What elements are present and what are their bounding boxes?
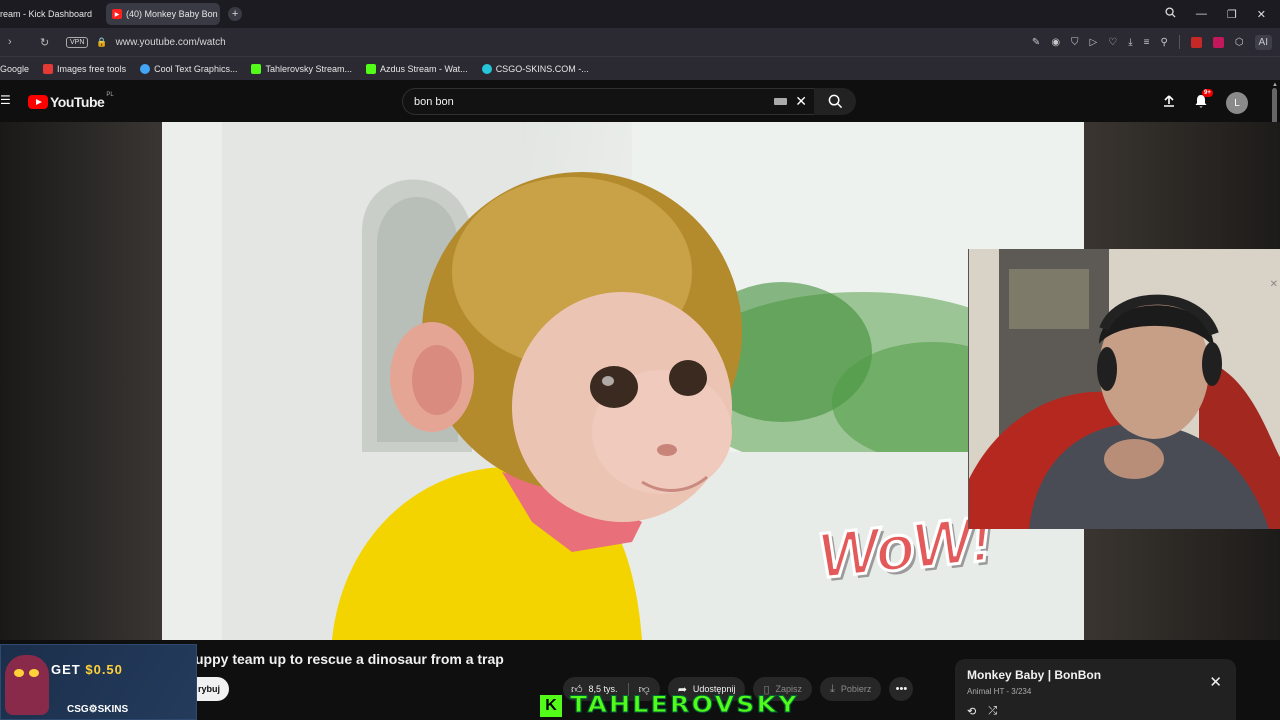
restore-icon[interactable]: ❐: [1227, 8, 1237, 21]
forward-icon[interactable]: ›: [8, 36, 26, 48]
playlist-title[interactable]: Monkey Baby | BonBon: [967, 668, 1224, 682]
tab-label: (40) Monkey Baby Bon Bo: [126, 9, 220, 19]
browser-toolbar: ✎ ◉ ⛉ ▷ ♡ ⤓ ≡ ⚲ ⬡ AI: [1032, 28, 1272, 56]
search-icon[interactable]: [1165, 7, 1176, 21]
camera-icon[interactable]: ◉: [1051, 37, 1060, 48]
ad-headline: GET $0.50: [51, 662, 123, 677]
kick-logo-icon: K: [540, 694, 562, 717]
notification-badge: 9+: [1202, 89, 1213, 97]
streamer-name-overlay: K TAHLEROVSKY: [540, 693, 797, 719]
address-bar: › ↻ VPN 🔒 www.youtube.com/watch ✎ ◉ ⛉ ▷ …: [0, 28, 1280, 56]
play-icon[interactable]: ▷: [1090, 37, 1098, 48]
country-code: PL: [106, 92, 114, 98]
minimize-icon[interactable]: —: [1196, 8, 1207, 20]
menu-icon[interactable]: ≡: [1144, 37, 1150, 48]
subscribe-button[interactable]: rybuj: [196, 677, 229, 701]
bookmark-label: Azdus Stream - Wat...: [379, 63, 468, 74]
shield-icon[interactable]: ⛉: [1071, 37, 1079, 48]
playlist-subtitle[interactable]: Animal HT - 3/234: [967, 687, 1224, 696]
download-icon: ⤓: [830, 682, 835, 695]
wallet-icon[interactable]: ⚲: [1160, 37, 1167, 48]
video-player[interactable]: WoW!: [162, 122, 1084, 640]
streamer-name: TAHLEROVSKY: [569, 693, 799, 719]
browser-tab-strip: ream - Kick Dashboard ▶ (40) Monkey Baby…: [0, 0, 1280, 28]
playlist-controls: ⟲ ⤮: [967, 705, 997, 718]
download-button[interactable]: ⤓ Pobierz: [820, 677, 882, 701]
bookmark-label: Tahlerovsky Stream...: [265, 63, 352, 74]
bookmark-google[interactable]: Google: [0, 64, 29, 74]
hamburger-menu-icon[interactable]: ☰: [0, 94, 11, 106]
youtube-play-icon: [28, 95, 48, 109]
video-title: uppy team up to rescue a dinosaur from a…: [195, 651, 504, 667]
shuffle-icon[interactable]: ⤮: [988, 705, 997, 718]
bookmark-label: CSGO-SKINS.COM -...: [495, 63, 589, 74]
bookmark-favicon-icon: [140, 63, 151, 74]
close-icon[interactable]: ✕: [1270, 279, 1278, 290]
bookmark-tahlerovsky[interactable]: Tahlerovsky Stream...: [251, 63, 352, 74]
download-icon[interactable]: ⤓: [1128, 37, 1132, 48]
search-input[interactable]: bon bon ✕: [402, 88, 818, 115]
clear-search-icon[interactable]: ✕: [795, 93, 807, 110]
window-controls: — ❐ ✕: [1165, 0, 1280, 28]
ai-extension-button[interactable]: AI: [1254, 34, 1272, 50]
toolbar-divider: [1178, 35, 1180, 49]
csgo-skins-ad: GET $0.50 CSG⚙SKINS: [0, 644, 197, 720]
tab-youtube-monkey[interactable]: ▶ (40) Monkey Baby Bon Bo: [106, 3, 221, 25]
edit-icon[interactable]: ✎: [1032, 37, 1040, 48]
notifications-bell-icon[interactable]: 9+: [1194, 89, 1213, 112]
loop-icon[interactable]: ⟲: [967, 705, 976, 718]
playlist-panel: Monkey Baby | BonBon Animal HT - 3/234 ✕…: [955, 659, 1236, 720]
search-icon: [828, 94, 842, 109]
bookmark-azdus[interactable]: Azdus Stream - Wat...: [365, 63, 468, 74]
search-value: bon bon: [414, 95, 454, 108]
youtube-header: ☰ YouTube PL bon bon ✕ 9+ L: [0, 80, 1280, 122]
ad-brand: CSG⚙SKINS: [67, 704, 129, 715]
logo-text: YouTube: [50, 94, 105, 110]
bookmark-images-free-tools[interactable]: Images free tools: [43, 63, 127, 74]
tab-label: ream - Kick Dashboard: [0, 9, 93, 19]
youtube-logo[interactable]: YouTube PL: [28, 92, 114, 110]
url-field[interactable]: www.youtube.com/watch: [116, 37, 226, 48]
heart-icon[interactable]: ♡: [1108, 37, 1117, 48]
new-tab-button[interactable]: +: [228, 7, 243, 21]
more-actions-icon[interactable]: •••: [889, 677, 914, 701]
lock-icon[interactable]: 🔒: [96, 37, 107, 48]
youtube-favicon-icon: ▶: [112, 9, 123, 19]
bookmark-label: Cool Text Graphics...: [154, 63, 238, 74]
reload-icon[interactable]: ↻: [40, 36, 58, 49]
cube-icon[interactable]: ⬡: [1235, 37, 1244, 48]
tab-kick-dashboard[interactable]: ream - Kick Dashboard: [0, 3, 98, 25]
header-actions: 9+ L: [1162, 89, 1248, 114]
vpn-badge[interactable]: VPN: [66, 36, 89, 48]
ad-amount: $0.50: [85, 662, 123, 677]
bookmark-favicon-icon: [43, 63, 54, 74]
subscribe-label: rybuj: [198, 684, 221, 694]
bookmark-label: Google: [0, 63, 30, 74]
bookmark-cool-text[interactable]: Cool Text Graphics...: [140, 63, 238, 74]
bookmark-label: Images free tools: [57, 63, 127, 74]
webcam-frame: [969, 249, 1280, 529]
keyboard-icon[interactable]: [774, 98, 787, 105]
streamer-webcam: [968, 249, 1280, 529]
bookmark-csgo-skins[interactable]: CSGO-SKINS.COM -...: [481, 63, 589, 74]
ad-get-text: GET: [51, 662, 81, 677]
download-label: Pobierz: [840, 684, 872, 694]
upload-icon[interactable]: [1162, 94, 1176, 113]
kick-favicon-icon: [251, 63, 262, 74]
ambient-left: [0, 122, 162, 640]
bookmarks-bar: Google Images free tools Cool Text Graph…: [0, 56, 1280, 80]
avatar[interactable]: L: [1226, 92, 1248, 114]
ad-mascot-icon: [5, 655, 49, 715]
extension-361-icon[interactable]: [1190, 36, 1202, 48]
close-icon[interactable]: ✕: [1257, 8, 1266, 21]
kick-favicon-icon: [365, 63, 376, 74]
bookmark-favicon-icon: [481, 63, 492, 74]
close-icon[interactable]: ✕: [1209, 673, 1222, 691]
extension-r-icon[interactable]: [1212, 36, 1224, 48]
search-button[interactable]: [814, 88, 856, 115]
ai-label: AI: [1258, 36, 1268, 48]
